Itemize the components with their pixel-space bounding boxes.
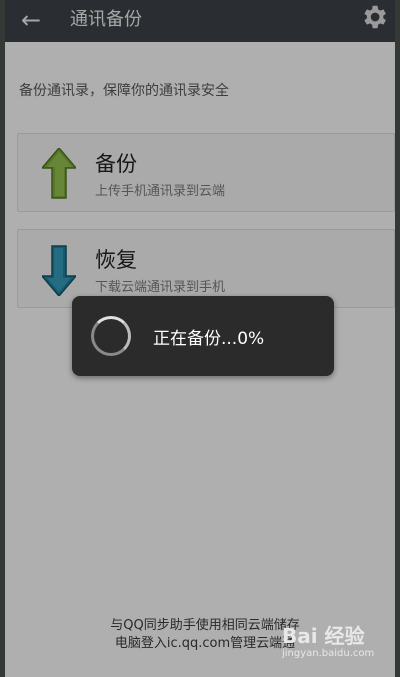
loading-spinner-icon (91, 316, 131, 356)
watermark-logo: Bai 经验 (282, 624, 365, 648)
progress-message: 正在备份...0% (153, 329, 265, 349)
progress-dialog: 正在备份...0% (72, 296, 334, 376)
watermark: Bai 经验 jingyan.baidu.com (282, 618, 392, 666)
watermark-url: jingyan.baidu.com (282, 648, 375, 659)
